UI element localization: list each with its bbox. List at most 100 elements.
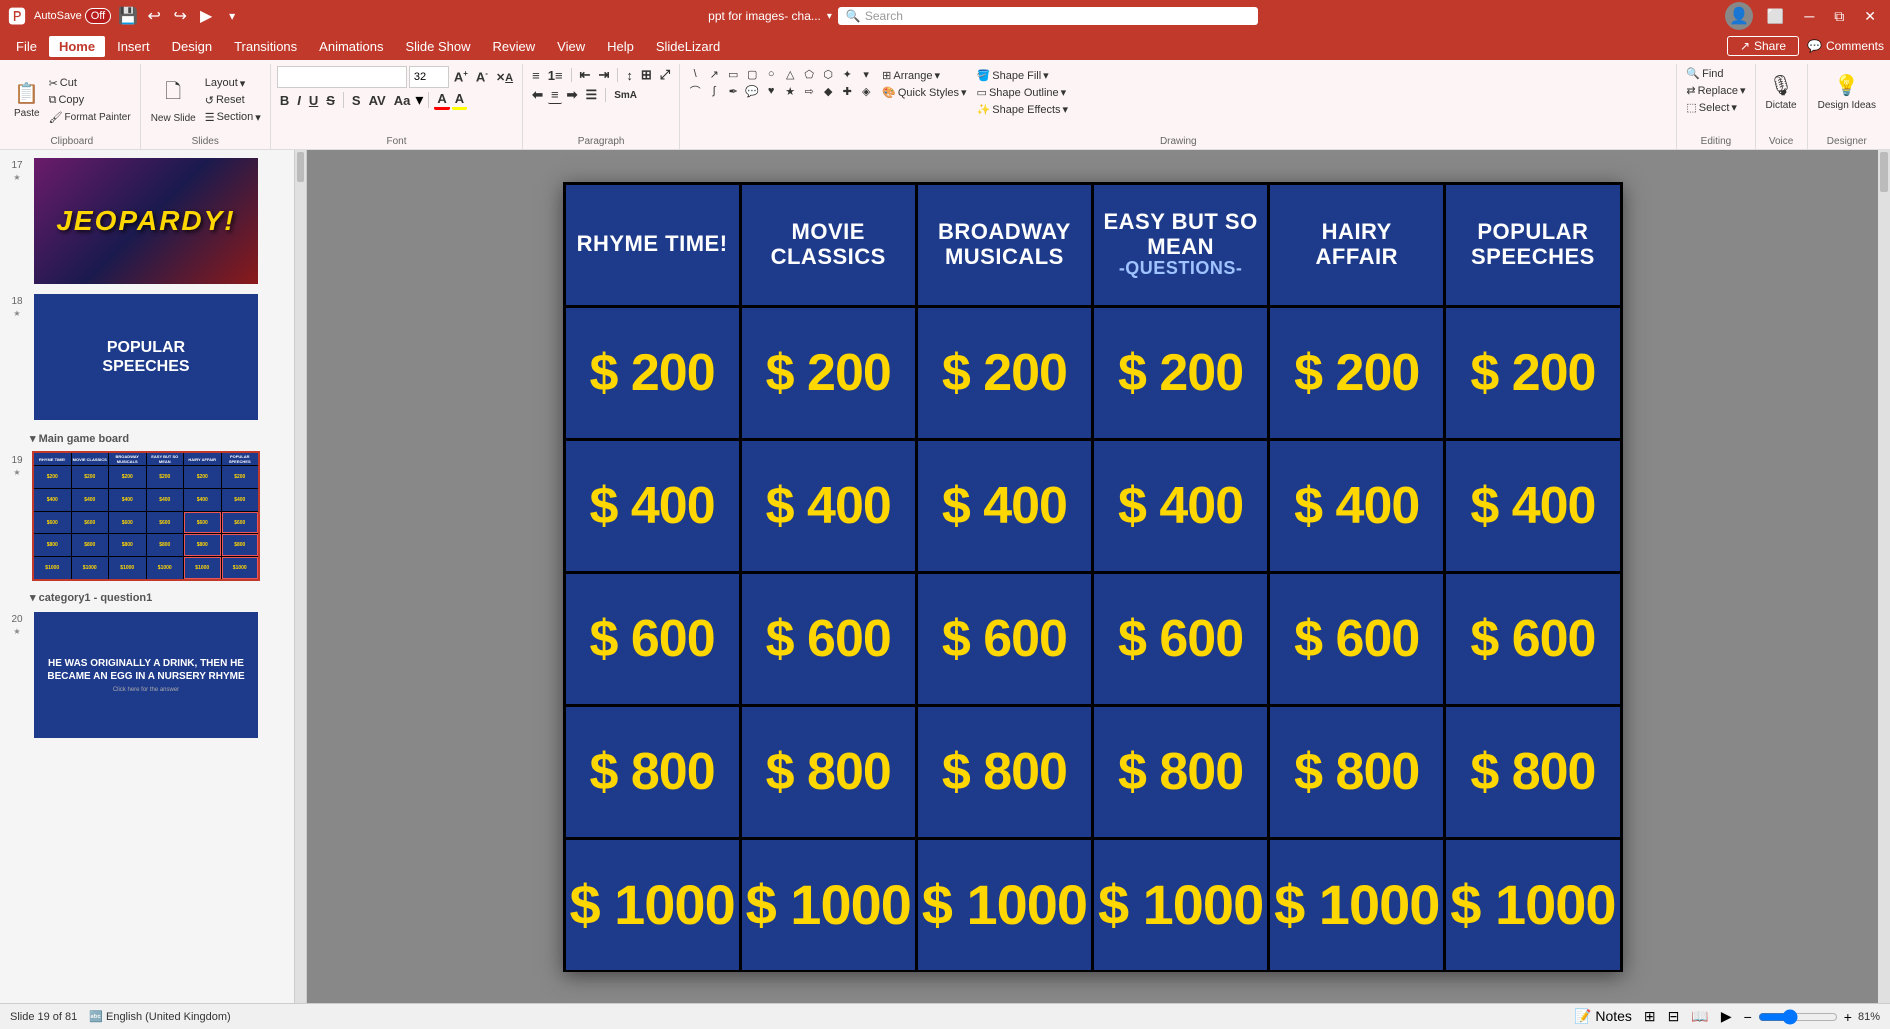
format-painter-button[interactable]: 🖌 Format Painter bbox=[46, 110, 134, 125]
shape-more[interactable]: ▾ bbox=[857, 66, 875, 82]
cell-popular-800[interactable]: $ 800 bbox=[1446, 707, 1619, 837]
columns-button[interactable]: ⊞ bbox=[638, 66, 655, 84]
shape-cross[interactable]: ✚ bbox=[838, 83, 856, 99]
cell-movie-800[interactable]: $ 800 bbox=[742, 707, 915, 837]
menu-slideshow[interactable]: Slide Show bbox=[395, 36, 480, 57]
align-center-button[interactable]: ≡ bbox=[548, 86, 562, 104]
shape-flow[interactable]: ◈ bbox=[857, 83, 875, 99]
find-button[interactable]: 🔍 Find bbox=[1683, 66, 1748, 81]
comments-button[interactable]: 💬 Comments bbox=[1807, 36, 1884, 56]
align-left-button[interactable]: ⬅ bbox=[529, 86, 546, 104]
shape-star4[interactable]: ✦ bbox=[838, 66, 856, 82]
share-button[interactable]: ↗ Share bbox=[1727, 36, 1799, 56]
normal-view-button[interactable]: ⊞ bbox=[1642, 1006, 1658, 1027]
cell-movie-600[interactable]: $ 600 bbox=[742, 574, 915, 704]
font-face-input[interactable] bbox=[277, 66, 407, 88]
cell-broadway-1000[interactable]: $ 1000 bbox=[918, 840, 1091, 970]
increase-indent-button[interactable]: ⇥ bbox=[595, 66, 612, 84]
menu-transitions[interactable]: Transitions bbox=[224, 36, 307, 57]
reading-view-button[interactable]: 📖 bbox=[1689, 1006, 1710, 1027]
category-broadway[interactable]: BROADWAY MUSICALS bbox=[918, 185, 1091, 305]
restore-button[interactable]: ⧉ bbox=[1828, 6, 1850, 27]
bold-button[interactable]: B bbox=[277, 92, 292, 109]
scroll-thumb[interactable] bbox=[297, 152, 304, 182]
autosave-badge[interactable]: Off bbox=[85, 8, 111, 24]
close-button[interactable]: ✕ bbox=[1858, 6, 1882, 27]
slide-thumb-20[interactable]: 20 ★ HE WAS ORIGINALLY A DRINK, THEN HE … bbox=[4, 608, 290, 742]
shape-freeform[interactable]: ✒ bbox=[724, 83, 742, 99]
cell-rhyme-1000[interactable]: $ 1000 bbox=[566, 840, 739, 970]
shape-connector[interactable]: ⌒ bbox=[686, 83, 704, 99]
cell-hairy-400[interactable]: $ 400 bbox=[1270, 441, 1443, 571]
numbering-button[interactable]: 1≡ bbox=[545, 67, 566, 84]
cell-movie-400[interactable]: $ 400 bbox=[742, 441, 915, 571]
category-popular-speeches[interactable]: POPULAR SPEECHES bbox=[1446, 185, 1619, 305]
shape-outline-button[interactable]: ▭ Shape Outline ▾ bbox=[974, 85, 1072, 100]
menu-view[interactable]: View bbox=[547, 36, 595, 57]
slide-thumb-19[interactable]: 19 ★ RHYME TIME! MOVIE CLASSICS BROADWAY… bbox=[4, 449, 290, 583]
slide-thumb-18[interactable]: 18 ★ POPULARSPEECHES bbox=[4, 290, 290, 424]
edit-scroll-thumb[interactable] bbox=[1880, 152, 1888, 192]
category-rhyme-time[interactable]: RHYME TIME! bbox=[566, 185, 739, 305]
smart-art-button[interactable]: SmA bbox=[611, 89, 640, 102]
shape-diamond[interactable]: ◆ bbox=[819, 83, 837, 99]
category-movie-classics[interactable]: MOVIE CLASSICS bbox=[742, 185, 915, 305]
shape-star5[interactable]: ★ bbox=[781, 83, 799, 99]
cell-broadway-400[interactable]: $ 400 bbox=[918, 441, 1091, 571]
paste-button[interactable]: 📋 Paste bbox=[10, 74, 44, 126]
cell-broadway-800[interactable]: $ 800 bbox=[918, 707, 1091, 837]
cut-button[interactable]: ✂ Cut bbox=[46, 76, 134, 91]
cell-movie-200[interactable]: $ 200 bbox=[742, 308, 915, 438]
shape-callout[interactable]: 💬 bbox=[743, 83, 761, 99]
align-right-button[interactable]: ➡ bbox=[564, 86, 581, 104]
font-color-button[interactable]: A bbox=[434, 90, 449, 110]
edit-area-scrollbar[interactable] bbox=[1878, 150, 1890, 1003]
cell-easy-400[interactable]: $ 400 bbox=[1094, 441, 1267, 571]
menu-insert[interactable]: Insert bbox=[107, 36, 160, 57]
menu-review[interactable]: Review bbox=[483, 36, 546, 57]
slide-sorter-button[interactable]: ⊟ bbox=[1666, 1006, 1682, 1027]
decrease-indent-button[interactable]: ⇤ bbox=[577, 66, 594, 84]
slide-thumb-17[interactable]: 17 ★ JEOPARDY! bbox=[4, 154, 290, 288]
line-spacing-button[interactable]: ↕ bbox=[623, 67, 636, 84]
dropdown-icon[interactable]: ▾ bbox=[827, 11, 832, 22]
user-avatar[interactable]: 👤 bbox=[1725, 2, 1753, 30]
dictate-button[interactable]: 🎙 Dictate bbox=[1762, 66, 1801, 118]
text-case-button[interactable]: Aa bbox=[391, 92, 414, 109]
text-shadow-button[interactable]: S bbox=[349, 92, 364, 109]
category-easy-mean[interactable]: EASY BUT SO MEAN -QUESTIONS- bbox=[1094, 185, 1267, 305]
menu-design[interactable]: Design bbox=[162, 36, 222, 57]
font-size-input[interactable] bbox=[409, 66, 449, 88]
cell-hairy-200[interactable]: $ 200 bbox=[1270, 308, 1443, 438]
shape-fill-button[interactable]: 🪣 Shape Fill ▾ bbox=[974, 68, 1072, 83]
redo-button[interactable]: ↪ bbox=[171, 7, 189, 25]
slide-img-18[interactable]: POPULARSPEECHES bbox=[32, 292, 260, 422]
copy-button[interactable]: ⧉ Copy bbox=[46, 93, 134, 108]
shape-curve[interactable]: ∫ bbox=[705, 83, 723, 99]
cell-broadway-600[interactable]: $ 600 bbox=[918, 574, 1091, 704]
ribbon-display-button[interactable]: ⬜ bbox=[1761, 6, 1790, 27]
design-ideas-button[interactable]: 💡 Design Ideas bbox=[1814, 66, 1880, 118]
cell-broadway-200[interactable]: $ 200 bbox=[918, 308, 1091, 438]
quick-styles-button[interactable]: 🎨 Quick Styles ▾ bbox=[879, 85, 969, 100]
shape-arrow[interactable]: ↗ bbox=[705, 66, 723, 82]
strikethrough-button[interactable]: S bbox=[323, 92, 338, 109]
slide-img-17[interactable]: JEOPARDY! bbox=[32, 156, 260, 286]
font-increase-button[interactable]: A+ bbox=[451, 68, 471, 85]
shape-block-arrow[interactable]: ⇨ bbox=[800, 83, 818, 99]
cell-hairy-800[interactable]: $ 800 bbox=[1270, 707, 1443, 837]
autosave-toggle[interactable]: AutoSave Off bbox=[34, 8, 111, 24]
bullets-button[interactable]: ≡ bbox=[529, 67, 543, 84]
shape-rounded-rect[interactable]: ▢ bbox=[743, 66, 761, 82]
new-slide-button[interactable]: 🗋 New Slide bbox=[147, 74, 200, 126]
shape-line[interactable]: \ bbox=[686, 66, 704, 82]
save-button[interactable]: 💾 bbox=[119, 7, 137, 25]
shape-effects-button[interactable]: ✨ Shape Effects ▾ bbox=[974, 102, 1072, 117]
menu-file[interactable]: File bbox=[6, 36, 47, 57]
category-hairy-affair[interactable]: HAIRY AFFAIR bbox=[1270, 185, 1443, 305]
cell-easy-600[interactable]: $ 600 bbox=[1094, 574, 1267, 704]
slideshow-button[interactable]: ▶ bbox=[1719, 1006, 1734, 1027]
zoom-in-button[interactable]: + bbox=[1842, 1007, 1854, 1027]
customize-qat-button[interactable]: ▾ bbox=[223, 7, 241, 25]
menu-home[interactable]: Home bbox=[49, 36, 105, 57]
